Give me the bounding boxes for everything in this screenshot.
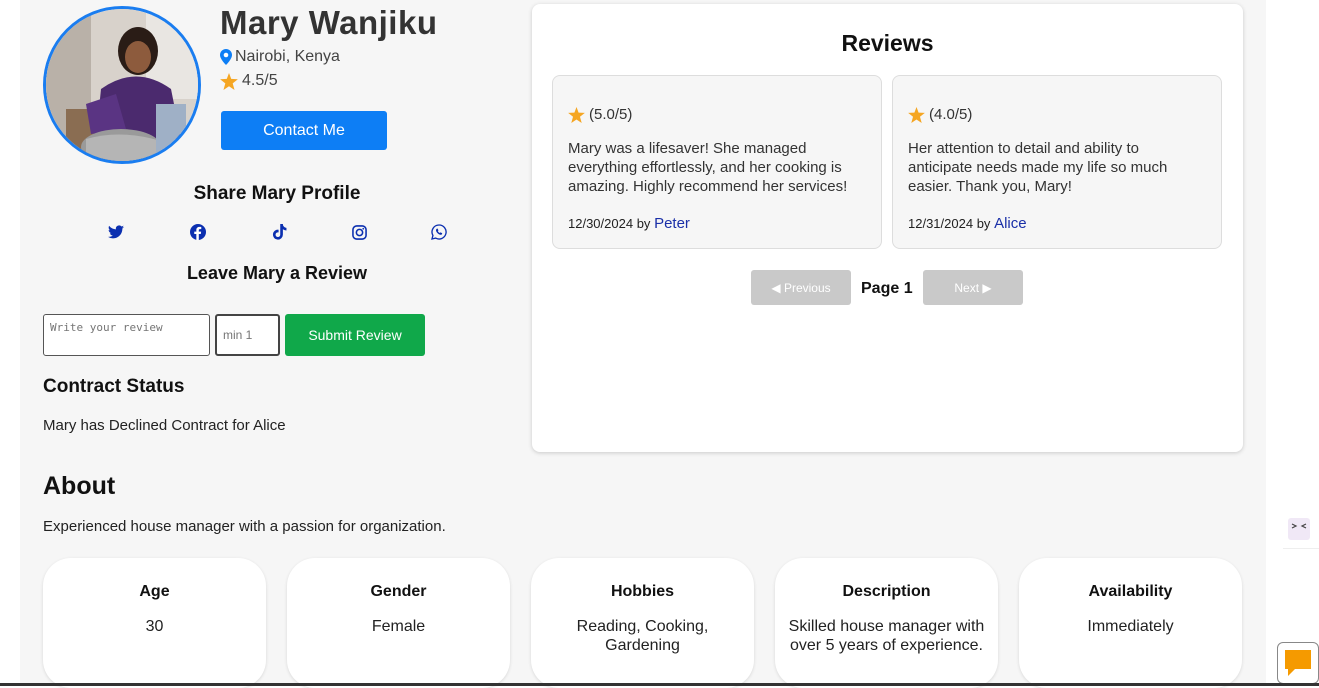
tiktok-icon[interactable] — [269, 222, 289, 242]
review-comment: Her attention to detail and ability to a… — [908, 140, 1168, 195]
review-score: (5.0/5) — [589, 106, 633, 123]
whatsapp-icon[interactable] — [429, 222, 449, 242]
review-by: by — [636, 216, 651, 231]
avatar-photo — [46, 9, 198, 161]
info-card-hobbies: Hobbies Reading, Cooking, Gardening — [531, 558, 754, 688]
info-label: Age — [139, 583, 170, 600]
review-rating-input[interactable] — [215, 314, 280, 356]
review-card: (4.0/5) Her attention to detail and abil… — [892, 75, 1222, 249]
profile-name: Mary Wanjiku — [220, 4, 438, 41]
star-icon — [568, 106, 585, 123]
reviews-panel: Reviews (5.0/5) Mary was a lifesaver! Sh… — [532, 4, 1243, 452]
review-by: by — [976, 216, 991, 231]
contract-status-text: Mary has Declined Contract for Alice — [43, 417, 286, 434]
submit-review-button[interactable]: Submit Review — [285, 314, 425, 356]
review-date: 12/30/2024 — [568, 216, 634, 231]
info-card-gender: Gender Female — [287, 558, 510, 688]
info-label: Gender — [370, 583, 427, 600]
review-text-input[interactable] — [43, 314, 210, 356]
share-title: Share Mary Profile — [193, 183, 361, 204]
info-card-availability: Availability Immediately — [1019, 558, 1242, 688]
review-meta: 12/31/2024 by Alice — [908, 215, 1027, 232]
chat-button[interactable] — [1277, 642, 1319, 684]
info-value: Reading, Cooking, Gardening — [576, 618, 709, 654]
review-date: 12/31/2024 — [908, 216, 974, 231]
star-icon — [220, 72, 238, 90]
info-card-age: Age 30 — [43, 558, 266, 688]
side-extension-widget[interactable] — [1283, 510, 1319, 549]
contract-status-title: Contract Status — [43, 376, 185, 397]
facebook-icon[interactable] — [188, 222, 208, 242]
rating-text: 4.5/5 — [242, 72, 278, 89]
info-card-description: Description Skilled house manager with o… — [775, 558, 998, 688]
review-score: (4.0/5) — [929, 106, 973, 123]
leave-review-title: Leave Mary a Review — [186, 263, 368, 283]
previous-page-button[interactable]: ◀ Previous — [751, 270, 851, 305]
review-comment: Mary was a lifesaver! She managed everyt… — [568, 140, 848, 195]
contact-me-button[interactable]: Contact Me — [221, 111, 387, 150]
info-label: Description — [842, 583, 931, 600]
info-value: Female — [371, 618, 426, 635]
page-indicator: Page 1 — [861, 280, 913, 297]
review-rating: (5.0/5) — [568, 106, 866, 123]
info-label: Availability — [1088, 583, 1173, 600]
location-pin-icon — [220, 49, 232, 65]
review-rating: (4.0/5) — [908, 106, 1206, 123]
twitter-icon[interactable] — [106, 222, 126, 242]
instagram-icon[interactable] — [349, 222, 369, 242]
review-card: (5.0/5) Mary was a lifesaver! She manage… — [552, 75, 882, 249]
info-value: Skilled house manager with over 5 years … — [788, 618, 985, 654]
star-icon — [908, 106, 925, 123]
reviews-heading: Reviews — [841, 30, 934, 56]
info-value: 30 — [145, 618, 164, 635]
review-author[interactable]: Alice — [994, 215, 1027, 232]
review-author[interactable]: Peter — [654, 215, 690, 232]
profile-avatar — [43, 6, 201, 164]
profile-rating: 4.5/5 — [220, 72, 278, 90]
profile-location: Nairobi, Kenya — [220, 48, 340, 66]
about-title: About — [43, 472, 116, 500]
about-text: Experienced house manager with a passion… — [43, 518, 446, 535]
next-page-button[interactable]: Next ▶ — [923, 270, 1023, 305]
info-value: Immediately — [1087, 618, 1174, 635]
chat-bubble-icon — [1285, 650, 1311, 676]
info-label: Hobbies — [610, 583, 675, 600]
location-text: Nairobi, Kenya — [235, 48, 340, 65]
extension-icon — [1288, 518, 1310, 540]
review-meta: 12/30/2024 by Peter — [568, 215, 690, 232]
